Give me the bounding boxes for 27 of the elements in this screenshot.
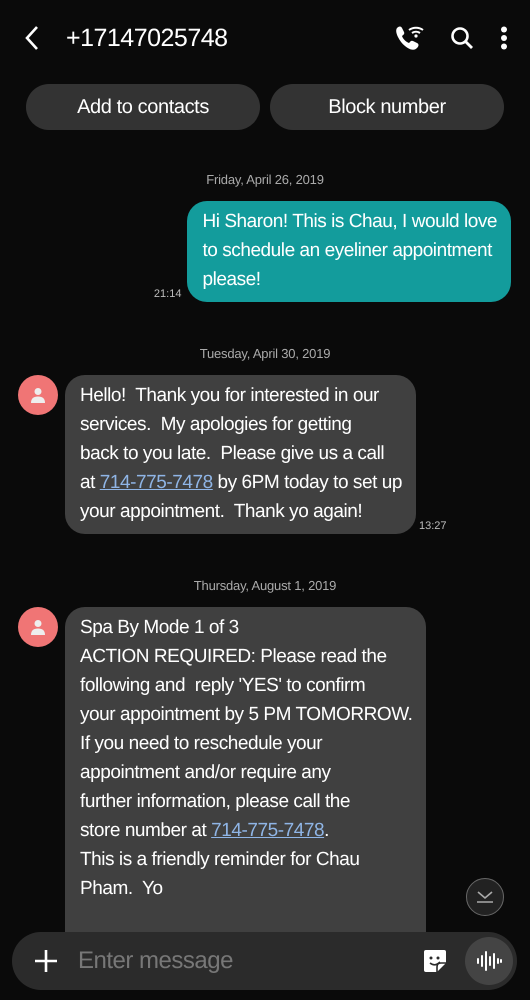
action-button[interactable]: Add to contacts — [26, 84, 260, 130]
search-icon[interactable] — [450, 26, 474, 50]
scroll-down-button[interactable] — [466, 878, 504, 916]
more-icon[interactable] — [500, 26, 508, 50]
phone-link[interactable]: 714-775-7478 — [100, 472, 213, 493]
message-bubble: Hello! Thank you for interested in our services. My apologies for getting back to you late. Please give us a call at 714-775-7478 by 6PM today to set up your appointment. Thank yo again! — [65, 375, 416, 534]
chevron-down-icon — [476, 890, 494, 904]
message-bubble: Spa By Mode 1 of 3 ACTION REQUIRED: Please read the following and reply 'YES' to confirm your appointment by 5 PM TOMORROW. If you need to reschedule your appointment and/or require any further information, please call the store number at 714-775-7478. This is a friendly reminder for Chau Pham. Yo — [65, 607, 426, 932]
voice-button[interactable] — [465, 937, 513, 985]
message-time: 13:27 — [418, 520, 447, 532]
back-icon[interactable] — [24, 25, 40, 51]
waveform-icon — [476, 951, 502, 971]
plus-icon[interactable] — [34, 949, 58, 973]
message-input[interactable]: Enter message — [76, 946, 423, 976]
contact-number: +17147025748 — [66, 24, 229, 52]
date-separator: Friday, April 26, 2019 — [206, 172, 324, 187]
phone-link[interactable]: 714-775-7478 — [211, 820, 324, 841]
avatar-icon — [18, 375, 58, 415]
sticker-icon[interactable] — [423, 949, 447, 973]
avatar-icon — [18, 607, 58, 647]
message-bubble: Hi Sharon! This is Chau, I would love to schedule an eyeliner appointment please! — [187, 201, 511, 302]
wifi-call-icon[interactable] — [394, 24, 424, 52]
message-field[interactable]: Enter message — [12, 932, 517, 990]
action-button[interactable]: Block number — [270, 84, 504, 130]
date-separator: Tuesday, April 30, 2019 — [200, 346, 330, 361]
message-time: 21:14 — [154, 288, 182, 300]
date-separator: Thursday, August 1, 2019 — [194, 578, 336, 593]
